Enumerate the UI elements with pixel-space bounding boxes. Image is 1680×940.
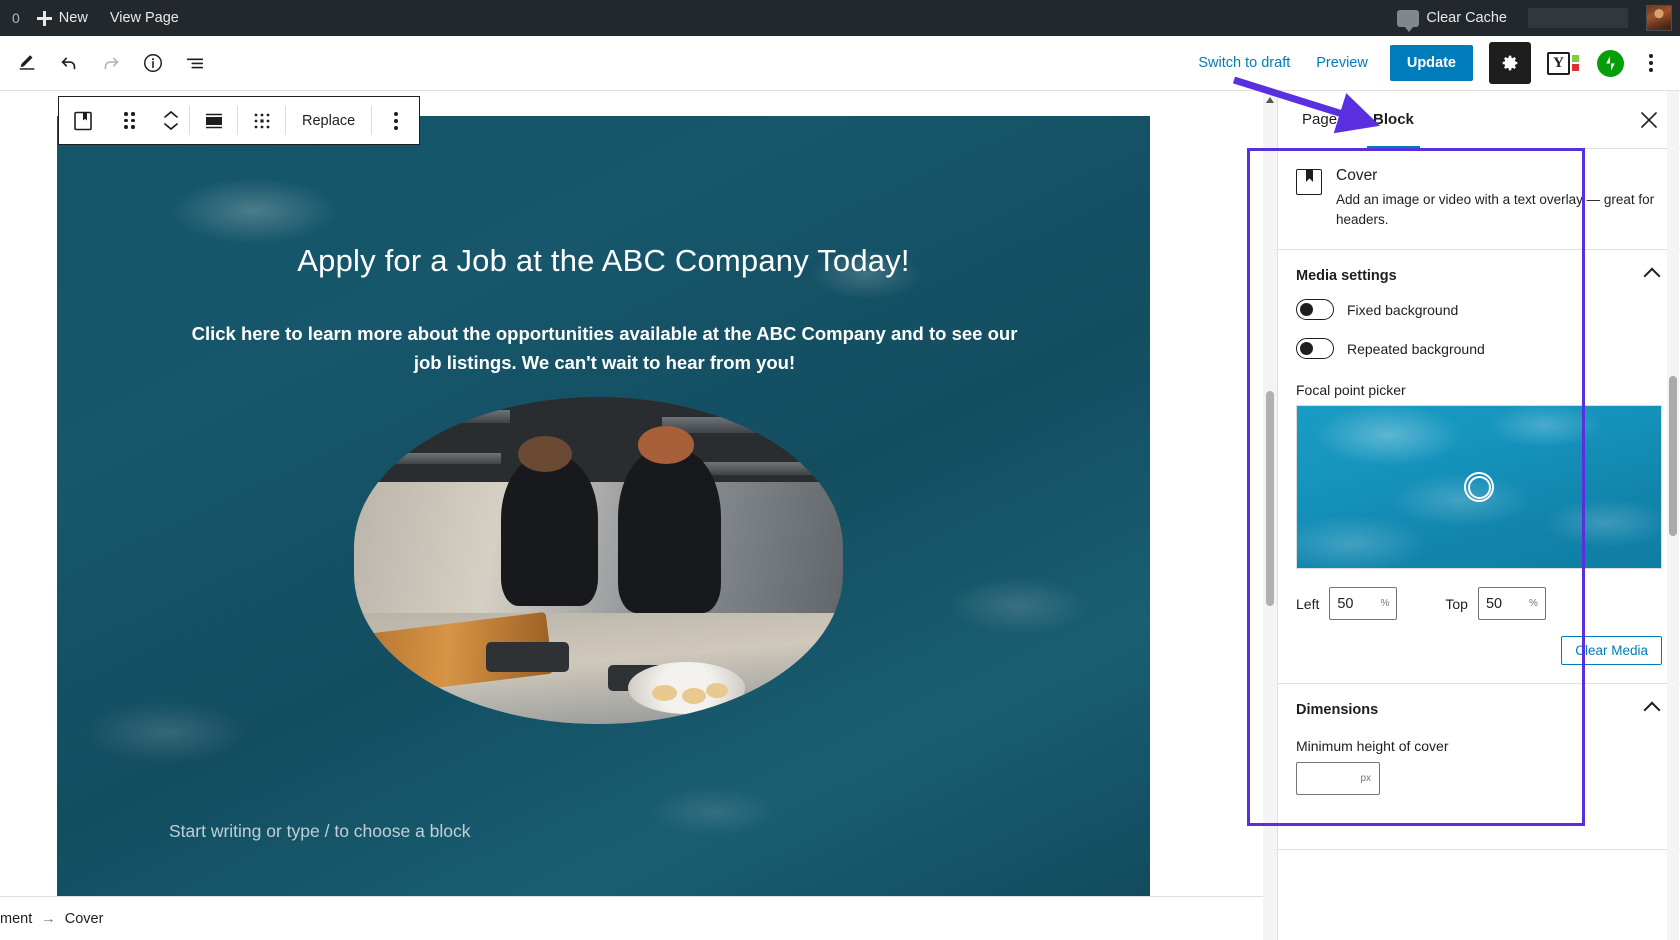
yoast-seo-icon: Y xyxy=(1547,51,1570,75)
cover-heading[interactable]: Apply for a Job at the ABC Company Today… xyxy=(57,243,1150,279)
dimensions-header[interactable]: Dimensions xyxy=(1278,684,1680,724)
settings-gear-button[interactable] xyxy=(1489,42,1531,84)
media-settings-title: Media settings xyxy=(1296,268,1397,285)
focal-point-fields: Left 50 % Top 50 % xyxy=(1278,569,1680,621)
sidebar-scrollbar-thumb[interactable] xyxy=(1669,376,1677,536)
content-position-icon[interactable] xyxy=(238,97,285,144)
chevron-up-icon xyxy=(1643,267,1661,285)
cover-block-icon[interactable] xyxy=(59,97,106,144)
fixed-background-row[interactable]: Fixed background xyxy=(1278,290,1680,329)
move-block-controls[interactable] xyxy=(153,97,189,144)
editor-header: Switch to draft Preview Update Y xyxy=(0,36,1680,91)
focal-left-value: 50 xyxy=(1337,595,1354,612)
focal-top-unit: % xyxy=(1529,598,1538,610)
repeated-background-label: Repeated background xyxy=(1347,340,1485,357)
admin-bar-new-label: New xyxy=(58,10,88,26)
breadcrumb: ment → Cover xyxy=(0,896,1277,940)
min-height-label: Minimum height of cover xyxy=(1296,738,1449,755)
kebab-menu-icon xyxy=(393,111,398,116)
tab-page[interactable]: Page xyxy=(1284,91,1355,149)
avatar[interactable] xyxy=(1646,5,1672,31)
repeated-background-toggle[interactable] xyxy=(1296,338,1334,360)
chevron-up-icon xyxy=(1643,701,1661,719)
block-title: Cover xyxy=(1336,167,1378,184)
admin-bar-new[interactable]: New xyxy=(26,0,99,36)
cover-image[interactable] xyxy=(354,397,843,724)
canvas-scrollbar[interactable] xyxy=(1263,91,1277,940)
fixed-background-toggle[interactable] xyxy=(1296,299,1334,321)
block-options-button[interactable] xyxy=(372,97,419,144)
replace-button[interactable]: Replace xyxy=(286,97,371,144)
editor-canvas: Apply for a Job at the ABC Company Today… xyxy=(0,91,1277,940)
clear-media-button[interactable]: Clear Media xyxy=(1561,636,1662,666)
focal-top-value: 50 xyxy=(1485,595,1503,612)
repeated-background-row[interactable]: Repeated background xyxy=(1278,329,1680,368)
admin-bar-placeholder xyxy=(1528,8,1628,28)
admin-bar-clear-cache[interactable]: Clear Cache xyxy=(1386,0,1518,36)
dimensions-panel: Dimensions Minimum height of cover px xyxy=(1278,683,1680,851)
canvas-scrollbar-thumb[interactable] xyxy=(1266,391,1274,606)
breadcrumb-block[interactable]: Cover xyxy=(65,911,104,927)
fixed-background-label: Fixed background xyxy=(1347,301,1459,318)
cover-paragraph[interactable]: Click here to learn more about the oppor… xyxy=(187,320,1022,377)
yoast-dot-green xyxy=(1572,55,1579,62)
focal-left-unit: % xyxy=(1380,598,1390,610)
comment-count[interactable]: 0 xyxy=(2,10,26,26)
focal-point-handle-icon[interactable] xyxy=(1464,472,1494,503)
update-button[interactable]: Update xyxy=(1389,45,1473,81)
scroll-up-arrow-icon[interactable] xyxy=(1266,97,1274,103)
yoast-status-dots xyxy=(1572,55,1579,71)
min-height-unit: px xyxy=(1360,773,1371,785)
breadcrumb-arrow-icon: → xyxy=(41,910,56,927)
drag-handle-icon[interactable] xyxy=(106,97,153,144)
undo-icon[interactable] xyxy=(50,44,88,82)
comment-bubble-icon xyxy=(1397,9,1420,32)
switch-to-draft-button[interactable]: Switch to draft xyxy=(1186,47,1302,79)
focal-point-picker-label: Focal point picker xyxy=(1296,382,1406,399)
jetpack-button[interactable] xyxy=(1597,49,1624,77)
close-icon[interactable] xyxy=(1632,103,1666,137)
chevron-down-icon xyxy=(164,123,178,131)
list-view-icon[interactable] xyxy=(176,44,214,82)
breadcrumb-document[interactable]: ment xyxy=(0,911,32,927)
focal-point-picker[interactable] xyxy=(1296,405,1662,570)
redo-icon xyxy=(92,44,130,82)
kebab-menu-icon xyxy=(1649,54,1653,58)
chevron-up-icon xyxy=(164,110,178,118)
sidebar-tablist: Page Block xyxy=(1278,91,1680,149)
media-settings-panel: Media settings Fixed background Repeated… xyxy=(1278,250,1680,666)
yoast-dot-red xyxy=(1572,64,1579,71)
block-description: Add an image or video with a text overla… xyxy=(1336,192,1655,227)
jetpack-icon xyxy=(1606,55,1615,71)
gear-icon xyxy=(1502,55,1518,71)
plus-icon xyxy=(36,10,52,26)
admin-bar-view-page-label: View Page xyxy=(109,10,179,26)
media-settings-header[interactable]: Media settings xyxy=(1278,250,1680,290)
block-toolbar: Replace xyxy=(58,96,421,145)
focal-top-input[interactable]: 50 % xyxy=(1477,587,1546,621)
tab-block[interactable]: Block xyxy=(1355,91,1432,149)
more-options-button[interactable] xyxy=(1634,44,1668,82)
admin-bar-view-page[interactable]: View Page xyxy=(99,0,190,36)
change-alignment-icon[interactable] xyxy=(190,97,237,144)
info-icon[interactable] xyxy=(134,44,172,82)
dimensions-title: Dimensions xyxy=(1296,702,1379,719)
focal-top-label: Top xyxy=(1445,595,1468,612)
block-info-card: Cover Add an image or video with a text … xyxy=(1278,149,1680,251)
block-settings-sidebar: Page Block Cover Add an image or video w… xyxy=(1277,91,1680,940)
focal-left-input[interactable]: 50 % xyxy=(1329,587,1398,621)
min-height-input[interactable]: px xyxy=(1296,762,1380,796)
focal-left-label: Left xyxy=(1296,595,1320,612)
clear-cache-label: Clear Cache xyxy=(1426,10,1507,26)
cover-block[interactable]: Apply for a Job at the ABC Company Today… xyxy=(57,116,1150,906)
wp-admin-bar: 0 New View Page Clear Cache xyxy=(0,0,1680,36)
yoast-seo-button[interactable]: Y xyxy=(1547,51,1579,75)
block-append-placeholder[interactable]: Start writing or type / to choose a bloc… xyxy=(169,821,471,842)
cover-block-icon xyxy=(1296,169,1322,195)
preview-button[interactable]: Preview xyxy=(1304,47,1380,79)
sidebar-scrollbar[interactable] xyxy=(1667,91,1679,940)
pencil-icon[interactable] xyxy=(8,44,46,82)
cover-image-content xyxy=(354,397,843,724)
